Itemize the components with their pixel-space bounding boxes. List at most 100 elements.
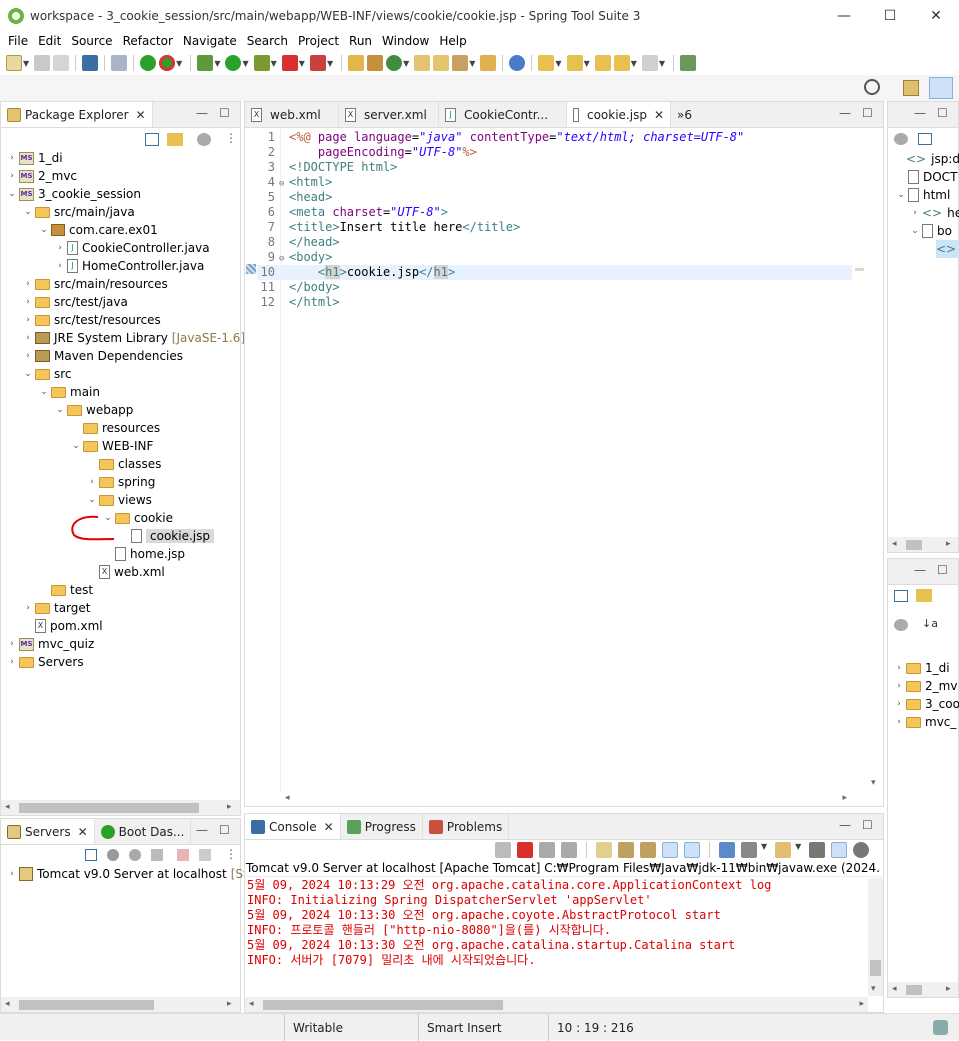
new-package-icon[interactable] [367, 55, 384, 71]
profile-server-icon[interactable] [151, 849, 163, 861]
code-line[interactable]: 11 </body> [257, 280, 853, 295]
menu-window[interactable]: Window [377, 34, 434, 48]
tree-item[interactable]: › MS 1_di [5, 149, 62, 167]
search-tool-icon[interactable] [452, 55, 469, 71]
editor-tab[interactable]: J CookieContr... [439, 102, 567, 127]
collapse-chevron-icon[interactable]: › [5, 657, 19, 667]
previous-annotation-icon[interactable] [566, 55, 583, 71]
tree-item[interactable]: ⌄ webapp [53, 401, 133, 419]
minimize-view-icon[interactable]: — [196, 106, 208, 120]
search-icon[interactable] [864, 79, 880, 95]
remove-launch-icon[interactable] [539, 842, 555, 858]
tab-package-explorer[interactable]: Package Explorer ✕ [1, 102, 153, 127]
tree-item[interactable]: ⌄ MS 3_cookie_session [5, 185, 141, 203]
minimize-outline-icon[interactable]: — [914, 106, 926, 120]
maximize-servers-icon[interactable]: ☐ [219, 823, 230, 837]
tree-item[interactable]: ⌄ src/main/java [21, 203, 135, 221]
tree-item[interactable]: › src/test/java [21, 293, 128, 311]
editor-vertical-scrollbar[interactable]: ▾ [868, 128, 883, 792]
code-line[interactable]: 7 <title>Insert title here</title> [257, 220, 853, 235]
expand-chevron-icon[interactable]: ⌄ [5, 189, 19, 199]
open-resource-icon[interactable] [433, 55, 450, 71]
menu-file[interactable]: File [3, 34, 33, 48]
collapse-chevron-icon[interactable]: › [5, 171, 19, 181]
debug-icon[interactable] [197, 55, 214, 71]
code-line[interactable]: 6 <meta charset="UTF-8"> [257, 205, 853, 220]
tree-item[interactable]: Xweb.xml [85, 563, 165, 581]
expand-chevron-icon[interactable]: ⌄ [21, 369, 35, 379]
menu-edit[interactable]: Edit [33, 34, 66, 48]
minimize-button[interactable]: — [821, 0, 867, 31]
next-annotation-icon[interactable] [538, 55, 555, 71]
tree-item[interactable]: resources [69, 419, 160, 437]
console-horizontal-scrollbar[interactable]: ◂ ▸ [245, 997, 868, 1012]
collapse-chevron-icon[interactable]: › [21, 351, 35, 361]
collapse-chevron-icon[interactable]: › [21, 315, 35, 325]
more-tabs-button[interactable]: »6 [671, 102, 698, 127]
publish-icon[interactable] [199, 849, 211, 861]
remove-all-icon[interactable] [561, 842, 577, 858]
console-vertical-scrollbar[interactable]: ▾ [868, 878, 883, 996]
tab-problems[interactable]: Problems [423, 814, 510, 839]
stop-icon[interactable] [281, 55, 298, 71]
tree-item[interactable]: › src/test/resources [21, 311, 161, 329]
restart-server-icon[interactable] [159, 55, 176, 71]
code-line[interactable]: 3 <!DOCTYPE html> [257, 160, 853, 175]
sort-icon[interactable]: ↓a [922, 617, 938, 630]
tree-item[interactable]: home.jsp [101, 545, 185, 563]
spring-perspective-icon[interactable] [929, 77, 953, 99]
editor-tab[interactable]: Xweb.xml [245, 102, 339, 127]
collapse-chevron-icon[interactable]: › [21, 333, 35, 343]
tree-item[interactable]: test [37, 581, 93, 599]
outline-filter-icon[interactable] [894, 133, 908, 145]
view-menu-icon[interactable]: ⋮ [225, 847, 237, 861]
collapse-chevron-icon[interactable]: › [53, 243, 67, 253]
tab-progress[interactable]: Progress [341, 814, 423, 839]
tree-item[interactable]: ⌄ main [37, 383, 100, 401]
code-line[interactable]: 10 <h1>cookie.jsp</h1> [257, 265, 853, 280]
word-wrap-icon[interactable] [640, 842, 656, 858]
copy-icon[interactable] [809, 842, 826, 858]
view-menu-icon[interactable]: ⋮ [225, 131, 237, 145]
right-tree-item[interactable]: › 2_mv [892, 677, 957, 695]
open-console-icon[interactable] [775, 842, 792, 858]
pin-editor-icon[interactable] [680, 55, 697, 71]
close-button[interactable]: ✕ [913, 0, 959, 31]
tree-item[interactable]: cookie.jsp [117, 527, 214, 545]
save-icon[interactable] [34, 55, 51, 71]
coverage-icon[interactable] [309, 55, 326, 71]
close-tab-icon[interactable]: ✕ [324, 820, 334, 834]
maximize-console-icon[interactable]: ☐ [862, 818, 873, 832]
tree-item[interactable]: › target [21, 599, 90, 617]
minimize-editor-icon[interactable]: — [839, 106, 851, 120]
collapse-chevron-icon[interactable]: › [21, 297, 35, 307]
new-icon[interactable] [6, 55, 22, 71]
tree-item[interactable]: ⌄ views [85, 491, 152, 509]
pin-console-icon[interactable] [719, 842, 735, 858]
terminate-icon[interactable] [517, 842, 533, 858]
forward-icon[interactable] [641, 55, 658, 71]
tab-console[interactable]: Console ✕ [245, 814, 341, 839]
new-java-project-icon[interactable] [348, 55, 365, 71]
open-console-icon[interactable] [82, 55, 99, 71]
code-area[interactable]: 1 <%@ page language="java" contentType="t… [257, 128, 853, 792]
horizontal-scrollbar[interactable]: ◂ ▸ [1, 800, 240, 815]
code-line[interactable]: 12 </html> [257, 295, 853, 310]
restart-icon[interactable] [495, 842, 511, 858]
expand-chevron-icon[interactable]: ⌄ [53, 405, 67, 415]
menu-navigate[interactable]: Navigate [178, 34, 242, 48]
editor-tab[interactable]: cookie.jsp ✕ [567, 102, 671, 127]
code-line[interactable]: 9 ⊖ <body> [257, 250, 853, 265]
expand-chevron-icon[interactable]: ⌄ [37, 225, 51, 235]
tree-item[interactable]: ⌄ WEB-INF [69, 437, 153, 455]
expand-chevron-icon[interactable]: ⌄ [85, 495, 99, 505]
outline-item[interactable]: <>jsp:di [906, 150, 959, 168]
tree-item[interactable]: › Maven Dependencies [21, 347, 183, 365]
collapse-all-icon[interactable] [145, 133, 159, 146]
outline-item-selected[interactable]: <> [936, 240, 959, 258]
ansi-icon[interactable] [831, 842, 848, 858]
minimize-right-view-icon[interactable]: — [914, 563, 926, 577]
expand-chevron-icon[interactable]: ⌄ [37, 387, 51, 397]
tree-item[interactable]: classes [85, 455, 161, 473]
show-stderr-icon[interactable] [684, 842, 700, 858]
